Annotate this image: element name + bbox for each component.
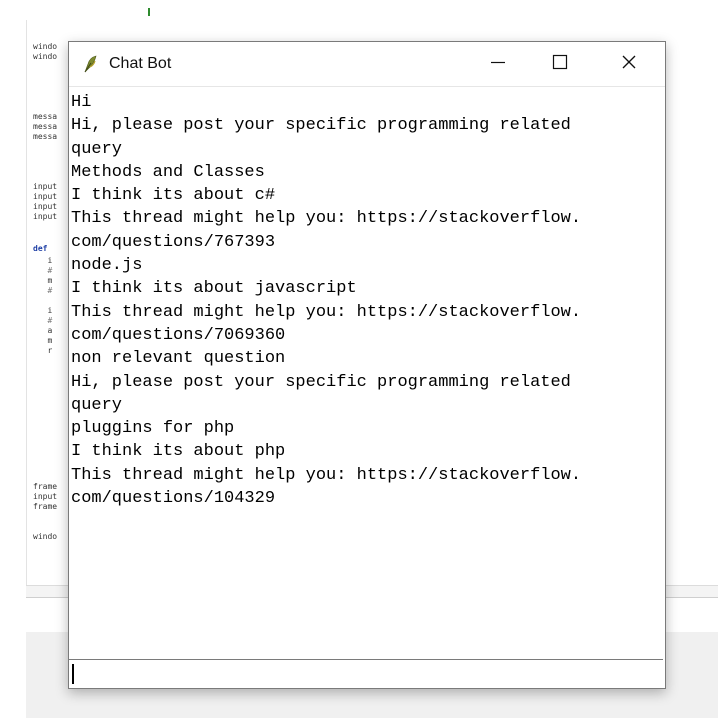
title-bar[interactable]: Chat Bot xyxy=(69,42,665,87)
code-line: input xyxy=(33,212,58,221)
code-line: windo xyxy=(33,52,58,61)
code-line: # xyxy=(33,266,53,275)
chat-message: com/questions/7069360 xyxy=(71,325,286,345)
code-line: messa xyxy=(33,112,58,121)
code-line: # xyxy=(33,286,53,295)
chat-message: com/questions/104329 xyxy=(71,489,276,509)
code-line: r xyxy=(33,346,53,355)
code-line: input xyxy=(33,492,58,501)
maximize-button[interactable] xyxy=(537,42,583,86)
chat-message: query xyxy=(71,395,123,415)
code-line: m xyxy=(33,336,53,345)
editor-marker xyxy=(148,8,150,16)
close-button[interactable] xyxy=(606,42,652,86)
message-input[interactable] xyxy=(69,659,663,687)
chat-message: Hi, please post your specific programmin… xyxy=(71,372,571,392)
code-line: messa xyxy=(33,132,58,141)
text-caret xyxy=(72,664,74,684)
code-line: # xyxy=(33,316,53,325)
minimize-icon xyxy=(490,54,506,74)
window-title: Chat Bot xyxy=(109,55,172,72)
code-line: input xyxy=(33,202,58,211)
code-line: windo xyxy=(33,532,58,541)
chat-message: This thread might help you: https://stac… xyxy=(71,302,582,322)
chat-message: I think its about php xyxy=(71,442,286,462)
code-line: frame xyxy=(33,502,58,511)
chat-bot-window: Chat Bot Hi Hi, please post your specific… xyxy=(68,41,666,689)
chat-message: query xyxy=(71,139,123,159)
code-line: i xyxy=(33,306,53,315)
chat-message: This thread might help you: https://stac… xyxy=(71,209,582,229)
chat-log[interactable]: Hi Hi, please post your specific programm… xyxy=(71,91,663,659)
close-icon xyxy=(621,54,637,74)
chat-message: Methods and Classes xyxy=(71,162,265,182)
code-line: frame xyxy=(33,482,58,491)
maximize-icon xyxy=(552,54,568,74)
chat-message: This thread might help you: https://stac… xyxy=(71,465,582,485)
chat-message: non relevant question xyxy=(71,349,286,369)
chat-message: Hi xyxy=(71,93,92,112)
minimize-button[interactable] xyxy=(475,42,521,86)
code-line: windo xyxy=(33,42,58,51)
chat-message: I think its about c# xyxy=(71,186,276,206)
code-line: input xyxy=(33,182,58,191)
chat-message: com/questions/767393 xyxy=(71,232,276,252)
code-line: m xyxy=(33,276,53,285)
code-line: input xyxy=(33,192,58,201)
chat-message: I think its about javascript xyxy=(71,279,357,299)
chat-message: node.js xyxy=(71,256,143,276)
chat-message: pluggins for php xyxy=(71,419,235,439)
feather-icon xyxy=(81,54,101,74)
code-line: def xyxy=(33,244,48,253)
code-line: messa xyxy=(33,122,58,131)
code-line: i xyxy=(33,256,53,265)
chat-message: Hi, please post your specific programmin… xyxy=(71,116,571,136)
code-line: a xyxy=(33,326,53,335)
